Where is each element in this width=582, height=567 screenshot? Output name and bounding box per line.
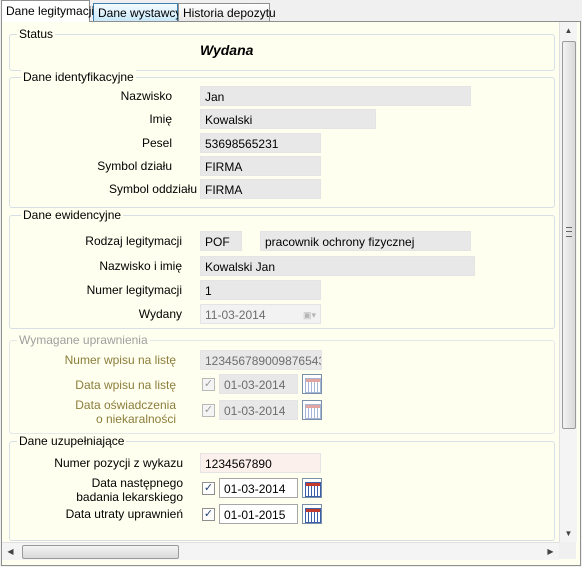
list-entry-number-field[interactable]: 1234567890098765432	[200, 350, 322, 370]
id-type-description-field[interactable]: pracownik ochrony fizycznej	[260, 231, 471, 251]
full-name-label: Nazwisko i imię	[99, 259, 182, 273]
scroll-left-arrow-icon[interactable]: ◀	[2, 543, 19, 560]
full-name-field[interactable]: Kowalski Jan	[200, 256, 475, 276]
calendar-icon	[305, 482, 321, 497]
medical-exam-date-field[interactable]: 01-03-2014	[219, 478, 298, 498]
vertical-scrollbar[interactable]: ▲ ▼	[559, 22, 577, 542]
list-entry-date-label: Data wpisu na listę	[75, 378, 176, 392]
surname-label: Nazwisko	[120, 89, 172, 103]
medical-exam-date-calendar-button[interactable]	[302, 478, 322, 498]
required-qualifications-title: Wymagane uprawnienia	[17, 333, 150, 347]
scroll-up-arrow-icon[interactable]: ▲	[560, 22, 577, 39]
checkmark-icon: ✓	[203, 508, 214, 520]
id-number-label: Numer legitymacji	[86, 283, 182, 297]
criminal-record-date-label-line2: o niekaralności	[95, 412, 176, 426]
status-group-title: Status	[17, 27, 56, 41]
id-type-code-field[interactable]: POF	[200, 231, 242, 251]
criminal-record-date-checkbox[interactable]: ✓	[202, 404, 215, 417]
surname-field[interactable]: Jan	[200, 86, 471, 106]
qualification-loss-date-field[interactable]: 01-01-2015	[219, 504, 298, 524]
supplementary-group-title: Dane uzupełniające	[17, 434, 127, 448]
vertical-scroll-thumb[interactable]	[562, 41, 576, 429]
issued-date-picker[interactable]: 11-03-2014 ▣▾	[200, 304, 321, 324]
tab-dane-legitymacji[interactable]: Dane legitymacji	[1, 0, 94, 22]
scroll-right-arrow-icon[interactable]: ▶	[542, 543, 559, 560]
list-entry-number-label: Numer wpisu na listę	[64, 353, 176, 367]
criminal-record-date-field[interactable]: 01-03-2014	[219, 400, 298, 420]
supplementary-group: Dane uzupełniające Numer pozycji z wykaz…	[9, 434, 555, 541]
qualification-loss-date-calendar-button[interactable]	[302, 504, 322, 524]
checkmark-icon: ✓	[203, 482, 214, 494]
registry-position-number-field[interactable]: 1234567890	[200, 453, 321, 473]
department-symbol-label: Symbol działu	[97, 159, 172, 173]
calendar-icon	[305, 508, 321, 523]
tab-dane-wystawcy[interactable]: Dane wystawcy	[93, 3, 181, 21]
grip-icon	[566, 227, 572, 237]
scrollbar-corner	[559, 542, 576, 559]
criminal-record-date-calendar-button[interactable]	[302, 400, 322, 420]
tab-panel: Status Wydana Dane identyfikacyjne Nazwi…	[1, 21, 581, 566]
tab-strip: Dane legitymacji Dane wystawcy Historia …	[0, 0, 582, 22]
id-number-field[interactable]: 1	[200, 280, 321, 300]
registry-group-title: Dane ewidencyjne	[21, 208, 124, 222]
pesel-label: Pesel	[141, 136, 172, 150]
qualification-loss-date-checkbox[interactable]: ✓	[202, 508, 215, 521]
pesel-field[interactable]: 53698565231	[200, 133, 321, 153]
scroll-down-arrow-icon[interactable]: ▼	[560, 525, 577, 542]
branch-symbol-label: Symbol oddziału	[108, 182, 197, 196]
medical-exam-date-label-line2: badania lekarskiego	[76, 490, 183, 504]
registry-group: Dane ewidencyjne Rodzaj legitymacji POF …	[9, 208, 555, 329]
first-name-label: Imię	[149, 112, 172, 126]
list-entry-date-calendar-button[interactable]	[302, 374, 322, 394]
department-symbol-field[interactable]: FIRMA	[200, 156, 321, 176]
first-name-field[interactable]: Kowalski	[200, 109, 376, 129]
calendar-dropdown-icon[interactable]: ▣▾	[303, 305, 316, 323]
medical-exam-date-checkbox[interactable]: ✓	[202, 482, 215, 495]
calendar-icon	[305, 404, 321, 419]
horizontal-scroll-thumb[interactable]	[22, 545, 179, 559]
horizontal-scrollbar[interactable]: ◀ ▶	[2, 542, 559, 560]
checkmark-icon: ✓	[203, 404, 214, 416]
qualification-loss-date-label: Data utraty uprawnień	[65, 507, 183, 521]
status-group: Status Wydana	[9, 27, 555, 71]
status-value: Wydana	[200, 42, 254, 58]
required-qualifications-group: Wymagane uprawnienia Numer wpisu na list…	[9, 333, 555, 434]
list-entry-date-checkbox[interactable]: ✓	[202, 378, 215, 391]
criminal-record-date-label-line1: Data oświadczenia	[75, 398, 176, 412]
issued-label: Wydany	[138, 307, 182, 321]
calendar-icon	[305, 378, 321, 393]
list-entry-date-field[interactable]: 01-03-2014	[219, 374, 298, 394]
branch-symbol-field[interactable]: FIRMA	[200, 179, 321, 199]
checkmark-icon: ✓	[203, 378, 214, 390]
registry-position-number-label: Numer pozycji z wykazu	[54, 456, 183, 470]
identification-group: Dane identyfikacyjne Nazwisko Jan Imię K…	[9, 70, 555, 208]
id-type-label: Rodzaj legitymacji	[85, 234, 182, 248]
identification-group-title: Dane identyfikacyjne	[21, 70, 136, 84]
medical-exam-date-label-line1: Data następnego	[91, 476, 183, 490]
issued-date-value: 11-03-2014	[205, 308, 266, 322]
tab-historia-depozytu[interactable]: Historia depozytu	[178, 3, 276, 21]
